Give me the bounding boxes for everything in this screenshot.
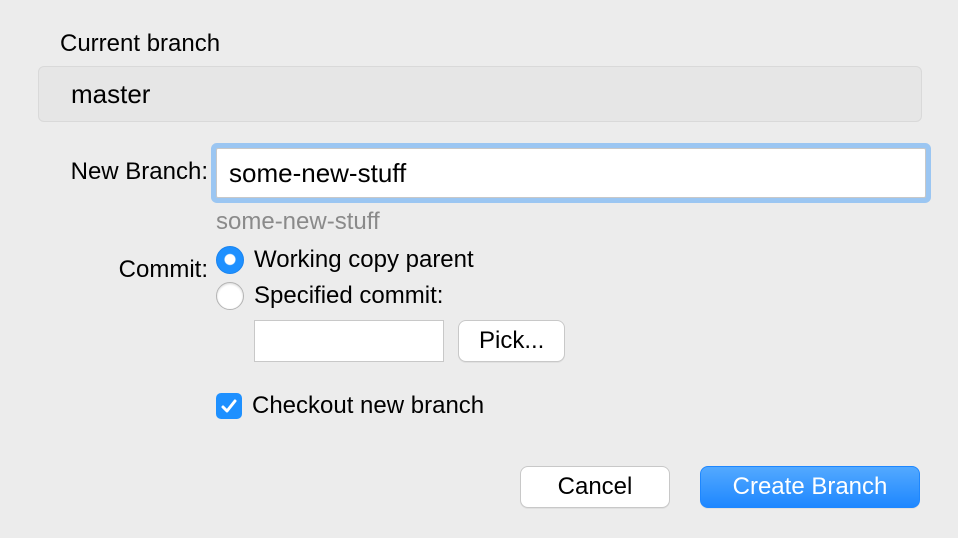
dialog-button-row: Cancel Create Branch xyxy=(520,466,920,508)
checkout-new-branch-label: Checkout new branch xyxy=(252,392,484,420)
cancel-button[interactable]: Cancel xyxy=(520,466,670,508)
checkout-new-branch-checkbox[interactable]: Checkout new branch xyxy=(216,392,936,420)
new-branch-hint: some-new-stuff xyxy=(216,208,936,236)
pick-button[interactable]: Pick... xyxy=(458,320,565,362)
radio-specified-commit[interactable]: Specified commit: xyxy=(216,282,936,310)
create-branch-dialog: Current branch master New Branch: some-n… xyxy=(0,0,958,538)
radio-off-icon xyxy=(216,282,244,310)
radio-working-copy-label: Working copy parent xyxy=(254,246,474,274)
commit-label: Commit: xyxy=(38,246,208,284)
radio-on-icon xyxy=(216,246,244,274)
specified-commit-input[interactable] xyxy=(254,320,444,362)
new-branch-input[interactable] xyxy=(216,148,926,198)
current-branch-value: master xyxy=(38,66,922,122)
current-branch-label: Current branch xyxy=(60,30,920,58)
radio-specified-commit-label: Specified commit: xyxy=(254,282,443,310)
new-branch-label: New Branch: xyxy=(38,148,208,186)
radio-working-copy[interactable]: Working copy parent xyxy=(216,246,936,274)
checkbox-checked-icon xyxy=(216,393,242,419)
create-branch-button[interactable]: Create Branch xyxy=(700,466,920,508)
